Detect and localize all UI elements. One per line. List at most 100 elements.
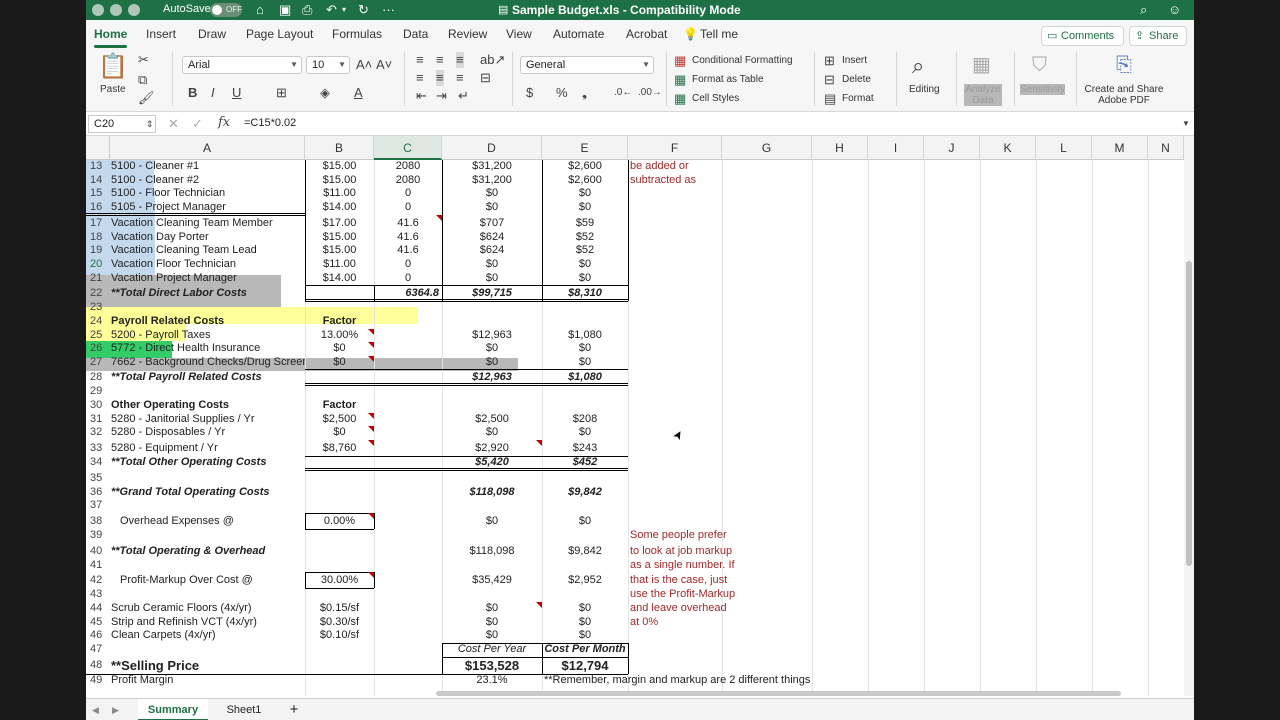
cell-b46[interactable]: $0.10/sf	[305, 629, 374, 643]
account-icon[interactable]: ☺	[1168, 2, 1181, 18]
decrease-decimal-icon[interactable]: .00→	[638, 85, 662, 101]
sheet-tab-summary[interactable]: Summary	[138, 699, 208, 720]
cell-a31[interactable]: 5280 - Janitorial Supplies / Yr	[110, 413, 305, 427]
comment-indicator[interactable]	[436, 214, 442, 221]
align-bottom-icon[interactable]: ≡	[456, 52, 464, 68]
cell-d16[interactable]: $0	[442, 201, 542, 215]
cell-b27[interactable]: $0	[305, 356, 374, 370]
column-header-j[interactable]: J	[924, 136, 980, 160]
cell-a32[interactable]: 5280 - Disposables / Yr	[110, 426, 305, 440]
cell-d13[interactable]: $31,200	[442, 160, 542, 174]
tab-home[interactable]: Home	[94, 27, 128, 48]
cell-c47[interactable]	[374, 643, 442, 657]
insert-function-icon[interactable]: fx	[218, 115, 230, 131]
cell-e49[interactable]: **Remember, margin and markup are 2 diff…	[542, 674, 812, 688]
cell-c46[interactable]	[374, 629, 442, 643]
cell-a21[interactable]: Vacation Project Manager	[110, 272, 305, 286]
row-header-26[interactable]: 26	[86, 342, 110, 356]
cell-e46[interactable]: $0	[542, 629, 628, 643]
cell-a17[interactable]: Vacation Cleaning Team Member	[110, 215, 305, 231]
align-top-icon[interactable]: ≡	[416, 52, 424, 68]
cell-c21[interactable]: 0	[374, 272, 442, 286]
cell-d46[interactable]: $0	[442, 629, 542, 643]
cell-d18[interactable]: $624	[442, 231, 542, 245]
cell-b42[interactable]: 30.00%	[305, 572, 374, 588]
cell-c44[interactable]	[374, 602, 442, 616]
cell-c43[interactable]	[374, 588, 442, 602]
row-header-38[interactable]: 38	[86, 513, 110, 529]
analyze-data-button[interactable]: Analyze Data	[964, 84, 1002, 106]
undo-dropdown-icon[interactable]: ▾	[342, 2, 346, 18]
row-header-44[interactable]: 44	[86, 602, 110, 616]
tab-draw[interactable]: Draw	[198, 27, 226, 41]
cell-c26[interactable]	[374, 342, 442, 356]
cell-e32[interactable]: $0	[542, 426, 628, 440]
column-header-k[interactable]: K	[980, 136, 1036, 160]
cell-c16[interactable]: 0	[374, 201, 442, 215]
cell-a43[interactable]	[110, 588, 305, 602]
row-header-15[interactable]: 15	[86, 187, 110, 201]
cell-d27[interactable]: $0	[442, 356, 542, 370]
comments-button[interactable]: ▭ Comments	[1041, 26, 1124, 46]
format-cells-button[interactable]: Format	[842, 93, 874, 104]
cell-d47[interactable]: Cost Per Year	[442, 643, 542, 657]
bold-icon[interactable]: B	[188, 85, 197, 101]
cell-a33[interactable]: 5280 - Equipment / Yr	[110, 440, 305, 456]
comment-indicator[interactable]	[368, 440, 374, 447]
cell-a13[interactable]: 5100 - Cleaner #1	[110, 160, 305, 174]
cell-d30[interactable]	[442, 399, 542, 413]
cell-e20[interactable]: $0	[542, 258, 628, 272]
cell-e35[interactable]	[542, 470, 628, 486]
row-header-36[interactable]: 36	[86, 486, 110, 500]
cell-b41[interactable]	[305, 559, 374, 573]
comment-indicator[interactable]	[368, 328, 374, 335]
comma-icon[interactable]: ❟	[582, 85, 587, 101]
cell-a38[interactable]: Overhead Expenses @	[110, 513, 305, 529]
italic-icon[interactable]: I	[211, 85, 215, 101]
comment-indicator[interactable]	[536, 440, 542, 447]
wrap-text-icon[interactable]: ↵	[458, 88, 469, 104]
cell-d39[interactable]	[442, 529, 542, 543]
font-name-select[interactable]: Arial ▼	[182, 56, 302, 74]
tab-acrobat[interactable]: Acrobat	[626, 27, 667, 41]
cell-e30[interactable]	[542, 399, 628, 413]
cell-e33[interactable]: $243	[542, 440, 628, 456]
cell-c24[interactable]	[374, 315, 442, 329]
cell-e13[interactable]: $2,600	[542, 160, 628, 174]
column-header-h[interactable]: H	[812, 136, 868, 160]
tell-me-search[interactable]: Tell me	[700, 27, 738, 41]
cell-c42[interactable]	[374, 572, 442, 588]
cell-a14[interactable]: 5100 - Cleaner #2	[110, 174, 305, 188]
cell-e14[interactable]: $2,600	[542, 174, 628, 188]
cell-b16[interactable]: $14.00	[305, 201, 374, 215]
cell-d42[interactable]: $35,429	[442, 572, 542, 588]
cell-a22[interactable]: **Total Direct Labor Costs	[110, 285, 305, 301]
cell-a40[interactable]: **Total Operating & Overhead	[110, 543, 305, 559]
cell-b40[interactable]	[305, 543, 374, 559]
row-header-27[interactable]: 27	[86, 356, 110, 370]
cell-d14[interactable]: $31,200	[442, 174, 542, 188]
cell-e31[interactable]: $208	[542, 413, 628, 427]
save-icon[interactable]: ▣	[279, 2, 291, 18]
cell-a34[interactable]: **Total Other Operating Costs	[110, 456, 305, 470]
cell-d48[interactable]: $153,528	[442, 657, 542, 674]
zoom-window-button[interactable]	[128, 4, 140, 16]
comment-indicator[interactable]	[368, 412, 374, 419]
cell-a19[interactable]: Vacation Cleaning Team Lead	[110, 244, 305, 258]
cell-a39[interactable]	[110, 529, 305, 543]
row-header-32[interactable]: 32	[86, 426, 110, 440]
row-header-30[interactable]: 30	[86, 399, 110, 413]
cell-e47[interactable]: Cost Per Month	[542, 643, 628, 657]
adobe-pdf-icon[interactable]: ⎘	[1116, 54, 1132, 76]
column-header-b[interactable]: B	[305, 136, 374, 160]
cell-b45[interactable]: $0.30/sf	[305, 616, 374, 630]
tab-page-layout[interactable]: Page Layout	[246, 27, 313, 41]
home-icon[interactable]: ⌂	[256, 2, 264, 18]
row-header-21[interactable]: 21	[86, 272, 110, 286]
cell-b33[interactable]: $8,760	[305, 440, 374, 456]
cell-b30[interactable]: Factor	[305, 399, 374, 413]
cell-a48[interactable]: **Selling Price	[110, 657, 305, 674]
undo-icon[interactable]: ↶	[326, 2, 337, 18]
cell-e17[interactable]: $59	[542, 215, 628, 231]
cell-e27[interactable]: $0	[542, 356, 628, 370]
